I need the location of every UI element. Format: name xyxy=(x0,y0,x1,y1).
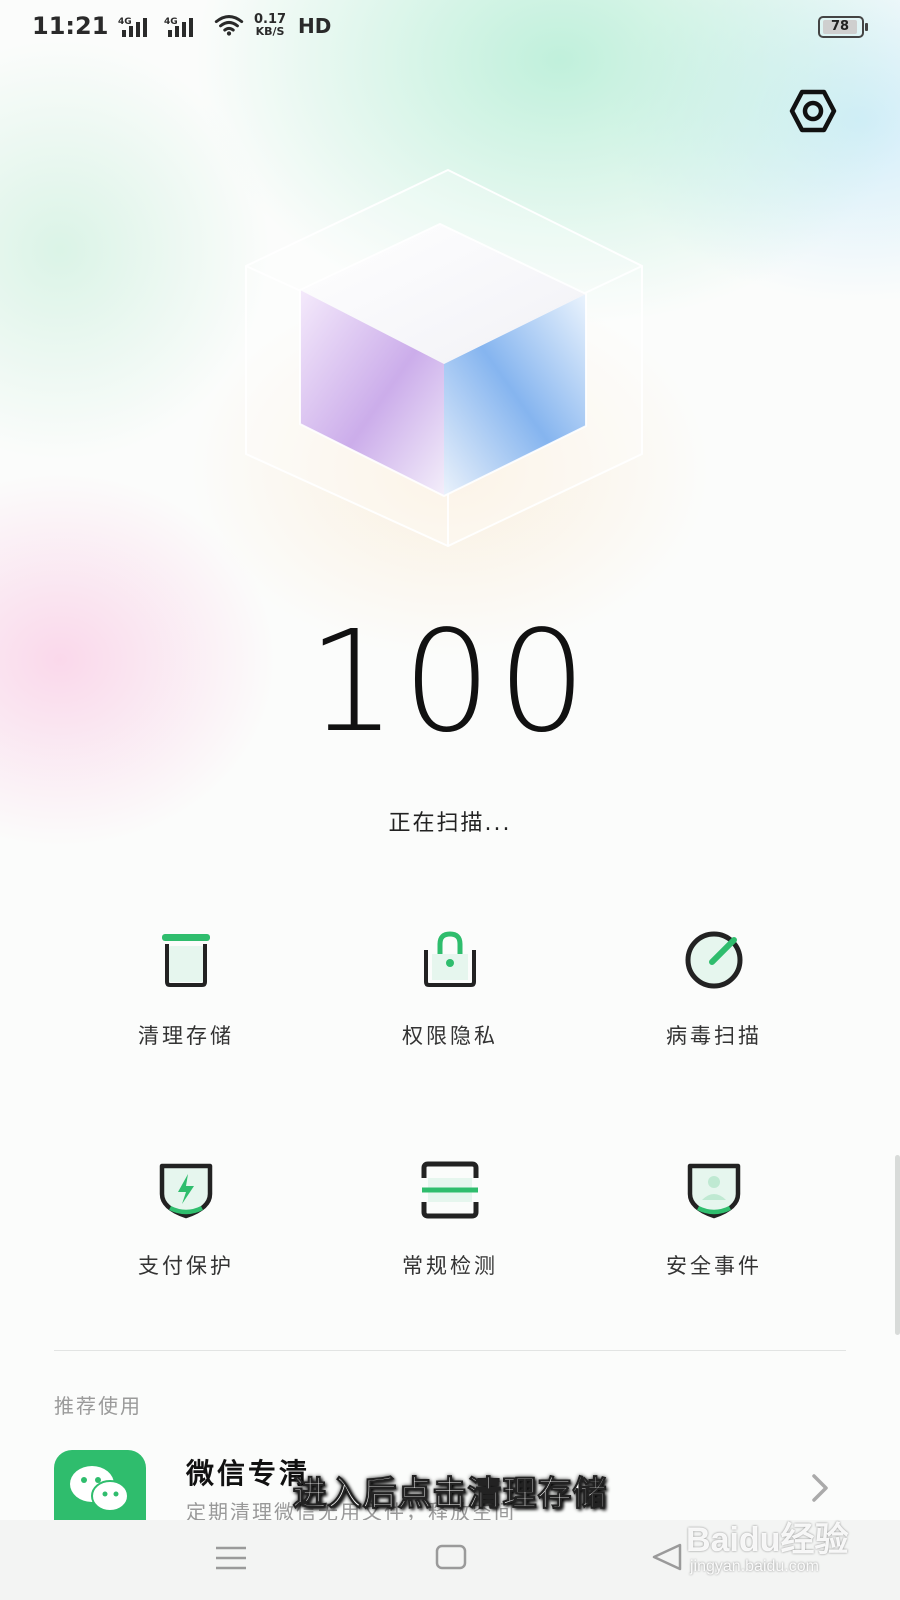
lock-bag-icon xyxy=(424,931,476,987)
status-bar: 11:21 4G 4G 0.17 KB/S HD 78 xyxy=(0,0,900,56)
net-speed: 0.17 KB/S xyxy=(254,13,286,37)
tool-payment-protection[interactable]: 支付保护 xyxy=(76,1160,296,1280)
signal-icon-2: 4G xyxy=(164,17,193,37)
scan-status-text: 正在扫描... xyxy=(388,811,512,836)
home-icon[interactable] xyxy=(434,1542,468,1572)
watermark-brand: Baidu经验 xyxy=(686,1521,849,1559)
back-icon[interactable] xyxy=(650,1542,684,1572)
tool-label: 病毒扫描 xyxy=(666,1024,762,1048)
tool-label: 清理存储 xyxy=(138,1024,234,1048)
battery-level: 78 xyxy=(823,20,857,34)
baidu-watermark: Baidu经验 jingyan.baidu.com xyxy=(686,1508,886,1588)
trash-bin-icon xyxy=(162,934,210,987)
security-cube-illustration xyxy=(245,168,643,548)
section-divider xyxy=(54,1350,846,1351)
tool-virus-scan[interactable]: 病毒扫描 xyxy=(604,930,824,1050)
frame-scan-icon xyxy=(421,1161,479,1219)
shield-bolt-icon xyxy=(159,1163,213,1219)
signal2-type: 4G xyxy=(164,17,178,27)
tool-permission-privacy[interactable]: 权限隐私 xyxy=(340,930,560,1050)
watermark-url: jingyan.baidu.com xyxy=(690,1558,819,1575)
signal-icon: 4G xyxy=(118,17,147,37)
hd-indicator: HD xyxy=(298,14,332,38)
tool-label: 安全事件 xyxy=(666,1254,762,1278)
tool-label: 支付保护 xyxy=(138,1254,234,1278)
battery-icon: 78 xyxy=(818,16,868,38)
signal1-type: 4G xyxy=(118,17,132,27)
recommend-title: 推荐使用 xyxy=(54,1394,142,1418)
scrollbar[interactable] xyxy=(895,1155,900,1335)
tool-clean-storage[interactable]: 清理存储 xyxy=(76,930,296,1050)
wifi-icon xyxy=(214,15,244,36)
settings-gear-icon[interactable] xyxy=(788,86,838,136)
shield-person-icon xyxy=(687,1163,741,1219)
security-score: 100 xyxy=(307,601,593,764)
tool-label: 权限隐私 xyxy=(402,1024,498,1048)
tool-routine-check[interactable]: 常规检测 xyxy=(340,1160,560,1280)
radar-scan-icon xyxy=(685,931,743,989)
menu-icon[interactable] xyxy=(214,1544,248,1572)
net-speed-unit: KB/S xyxy=(255,25,285,38)
tool-label: 常规检测 xyxy=(402,1254,498,1278)
status-time: 11:21 xyxy=(32,12,109,40)
tool-security-events[interactable]: 安全事件 xyxy=(604,1160,824,1280)
